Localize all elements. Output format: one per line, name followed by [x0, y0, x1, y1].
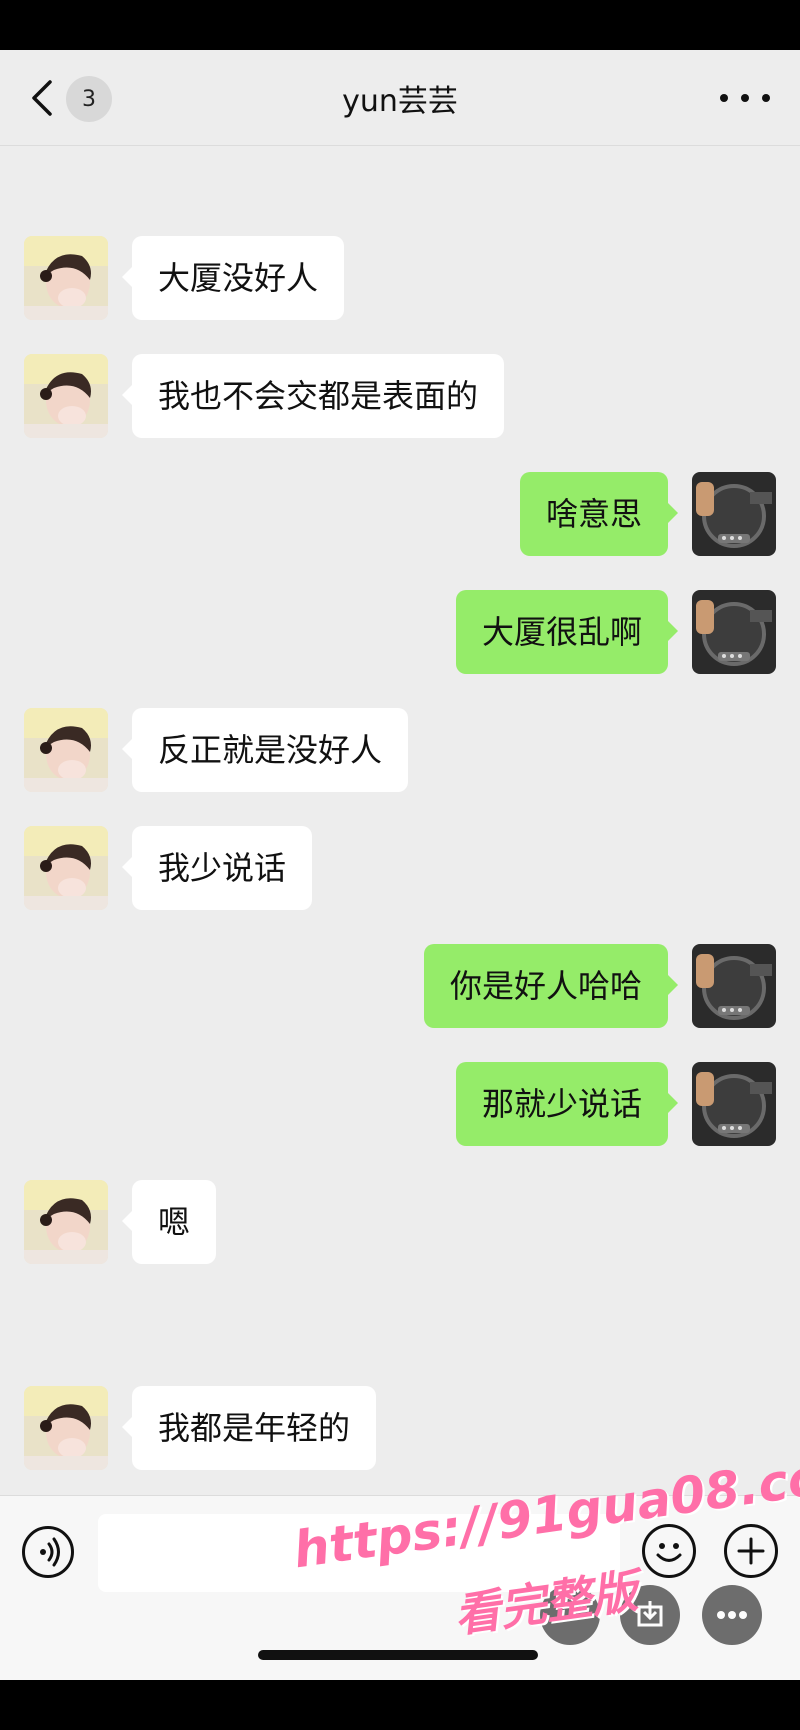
message-row: 反正就是没好人	[0, 708, 800, 792]
message-bubble-outgoing[interactable]: 大厦很乱啊	[455, 590, 679, 674]
contact-avatar[interactable]	[24, 1180, 108, 1264]
message-row: 大厦很乱啊	[0, 590, 800, 674]
plus-icon[interactable]	[724, 1524, 778, 1578]
message-bubble-incoming[interactable]: 我也不会交都是表面的	[121, 354, 505, 438]
contact-avatar[interactable]	[24, 826, 108, 910]
message-bubble-incoming[interactable]: 我少说话	[121, 826, 313, 910]
message-row: 大厦没好人	[0, 236, 800, 320]
self-avatar[interactable]	[692, 472, 776, 556]
message-row: 我少说话	[0, 826, 800, 910]
message-row: 你是好人哈哈	[0, 944, 800, 1028]
status-bar	[0, 0, 800, 50]
message-bubble-incoming[interactable]: 嗯	[121, 1180, 217, 1264]
self-avatar[interactable]	[692, 590, 776, 674]
contact-avatar[interactable]	[24, 236, 108, 320]
emoji-icon[interactable]	[642, 1524, 696, 1578]
message-row: 嗯	[0, 1180, 800, 1264]
message-row: 那就少说话	[0, 1062, 800, 1146]
contact-avatar[interactable]	[24, 1386, 108, 1470]
home-indicator[interactable]	[258, 1650, 538, 1660]
self-avatar[interactable]	[692, 944, 776, 1028]
message-bubble-incoming[interactable]: 大厦没好人	[121, 236, 345, 320]
floating-edit-button[interactable]	[540, 1585, 600, 1645]
chat-header: 3 yun芸芸	[0, 50, 800, 146]
message-row: 我都是年轻的	[0, 1386, 800, 1470]
chat-title: yun芸芸	[342, 84, 458, 119]
more-dots-icon[interactable]	[720, 80, 770, 116]
message-bubble-outgoing[interactable]: 你是好人哈哈	[423, 944, 679, 1028]
floating-more-button[interactable]	[702, 1585, 762, 1645]
contact-avatar[interactable]	[24, 354, 108, 438]
bottom-black-bar	[0, 1680, 800, 1730]
message-input[interactable]	[98, 1514, 620, 1592]
message-bubble-outgoing[interactable]: 啥意思	[519, 472, 679, 556]
floating-download-button[interactable]	[620, 1585, 680, 1645]
message-bubble-incoming[interactable]: 我都是年轻的	[121, 1386, 377, 1470]
message-row: 我也不会交都是表面的	[0, 354, 800, 438]
message-bubble-incoming[interactable]: 反正就是没好人	[121, 708, 409, 792]
self-avatar[interactable]	[692, 1062, 776, 1146]
contact-avatar[interactable]	[24, 708, 108, 792]
voice-icon[interactable]	[22, 1526, 74, 1578]
message-row: 啥意思	[0, 472, 800, 556]
message-bubble-outgoing[interactable]: 那就少说话	[455, 1062, 679, 1146]
